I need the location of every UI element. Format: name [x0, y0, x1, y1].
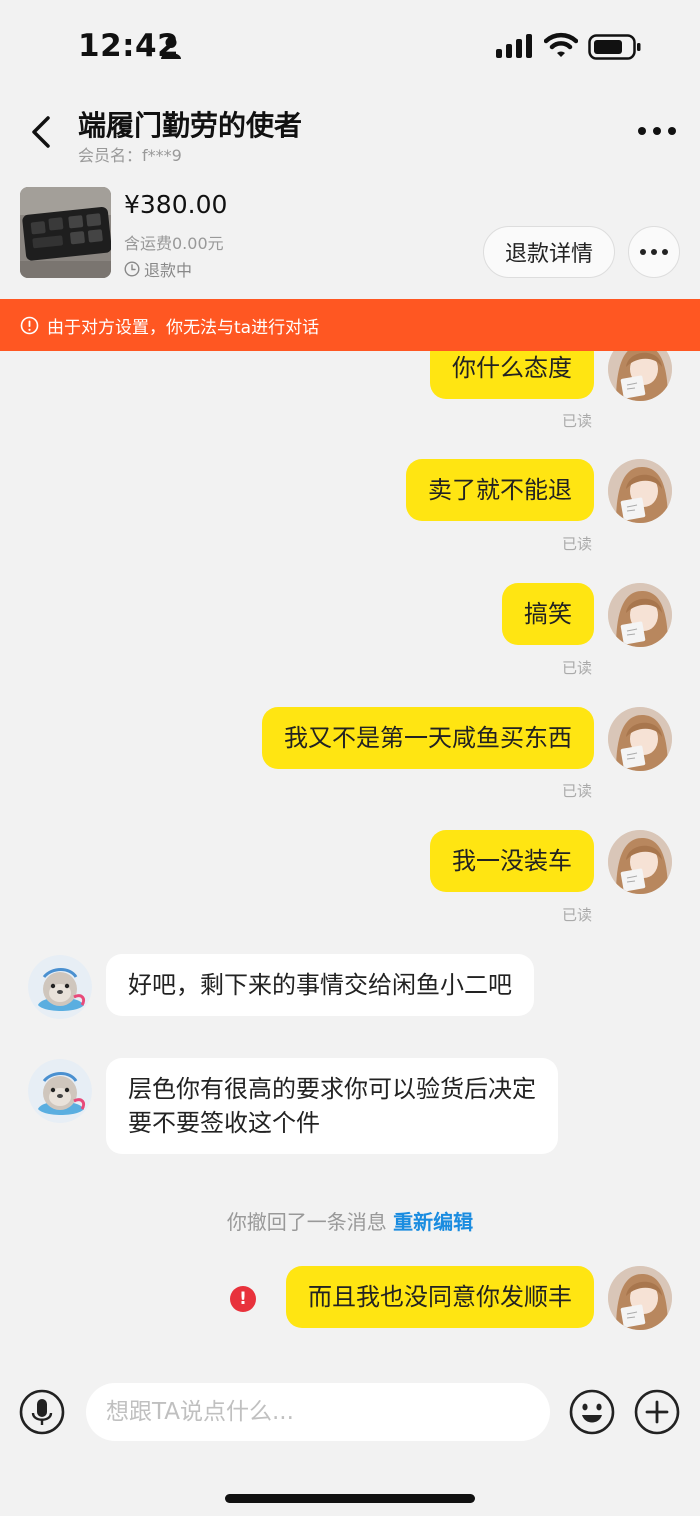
warning-icon [20, 316, 39, 334]
message-line: 要不要签收这个件 [128, 1109, 320, 1137]
read-receipt: 已读 [562, 906, 593, 924]
my-avatar[interactable] [608, 830, 672, 894]
my-avatar[interactable] [608, 583, 672, 647]
system-note: 你撤回了一条消息 重新编辑 [0, 1206, 700, 1235]
my-avatar[interactable] [608, 707, 672, 771]
home-indicator [225, 1494, 475, 1503]
my-avatar[interactable] [608, 351, 672, 401]
chat-title: 端履门勤劳的使者 [78, 109, 303, 142]
message-line: 层色你有很高的要求你可以验货后决定 [128, 1075, 536, 1103]
read-receipt: 已读 [562, 659, 593, 677]
send-failed-icon[interactable]: ! [230, 1286, 256, 1312]
re-edit-link[interactable]: 重新编辑 [393, 1210, 473, 1234]
input-bar [0, 1381, 700, 1516]
other-avatar[interactable] [28, 955, 92, 1019]
person-icon [161, 37, 181, 59]
product-shipping: 含运费0.00元 [124, 234, 224, 253]
other-avatar[interactable] [28, 1059, 92, 1123]
read-receipt: 已读 [562, 782, 593, 800]
more-dots-icon [640, 249, 668, 255]
message-bubble[interactable]: 我又不是第一天咸鱼买东西 [262, 707, 594, 769]
product-thumbnail[interactable] [20, 187, 111, 278]
my-avatar[interactable] [608, 459, 672, 523]
product-price: ¥380.00 [124, 190, 228, 219]
refund-details-button[interactable]: 退款详情 [483, 226, 615, 278]
message-bubble[interactable]: 卖了就不能退 [406, 459, 594, 521]
signal-icon [496, 34, 532, 58]
warning-banner: 由于对方设置，你无法与ta进行对话 [0, 299, 700, 351]
member-name: 会员名：f***9 [78, 146, 182, 165]
my-avatar[interactable] [608, 1266, 672, 1330]
plus-icon[interactable] [634, 1389, 680, 1435]
refund-status: 退款中 [124, 257, 192, 281]
wifi-icon [544, 32, 578, 57]
message-bubble[interactable]: 而且我也没同意你发顺丰 [286, 1266, 594, 1328]
read-receipt: 已读 [562, 535, 593, 553]
status-bar: 12:42 [0, 0, 700, 92]
message-input[interactable] [86, 1383, 550, 1441]
message-bubble[interactable]: 你什么态度 [430, 351, 594, 399]
more-options-icon[interactable] [636, 116, 678, 146]
message-bubble[interactable]: 我一没装车 [430, 830, 594, 892]
message-bubble[interactable]: 层色你有很高的要求你可以验货后决定 要不要签收这个件 [106, 1058, 558, 1154]
read-receipt: 已读 [562, 412, 593, 430]
message-bubble[interactable]: 搞笑 [502, 583, 594, 645]
voice-input-icon[interactable] [19, 1389, 65, 1435]
card-more-button[interactable] [628, 226, 680, 278]
recalled-message-text: 你撤回了一条消息 [226, 1210, 387, 1234]
message-bubble[interactable]: 好吧，剩下来的事情交给闲鱼小二吧 [106, 954, 534, 1016]
refund-status-label: 退款中 [144, 261, 193, 280]
clock-icon [124, 261, 140, 277]
warning-text: 由于对方设置，你无法与ta进行对话 [47, 317, 320, 338]
back-arrow-icon[interactable] [24, 112, 60, 152]
emoji-icon[interactable] [569, 1389, 615, 1435]
chat-area[interactable]: 你什么态度 已读 卖了就不能退 已读 搞笑 已读 我又不是第一天咸鱼买东西 已读… [0, 351, 700, 1381]
battery-icon [588, 34, 641, 60]
